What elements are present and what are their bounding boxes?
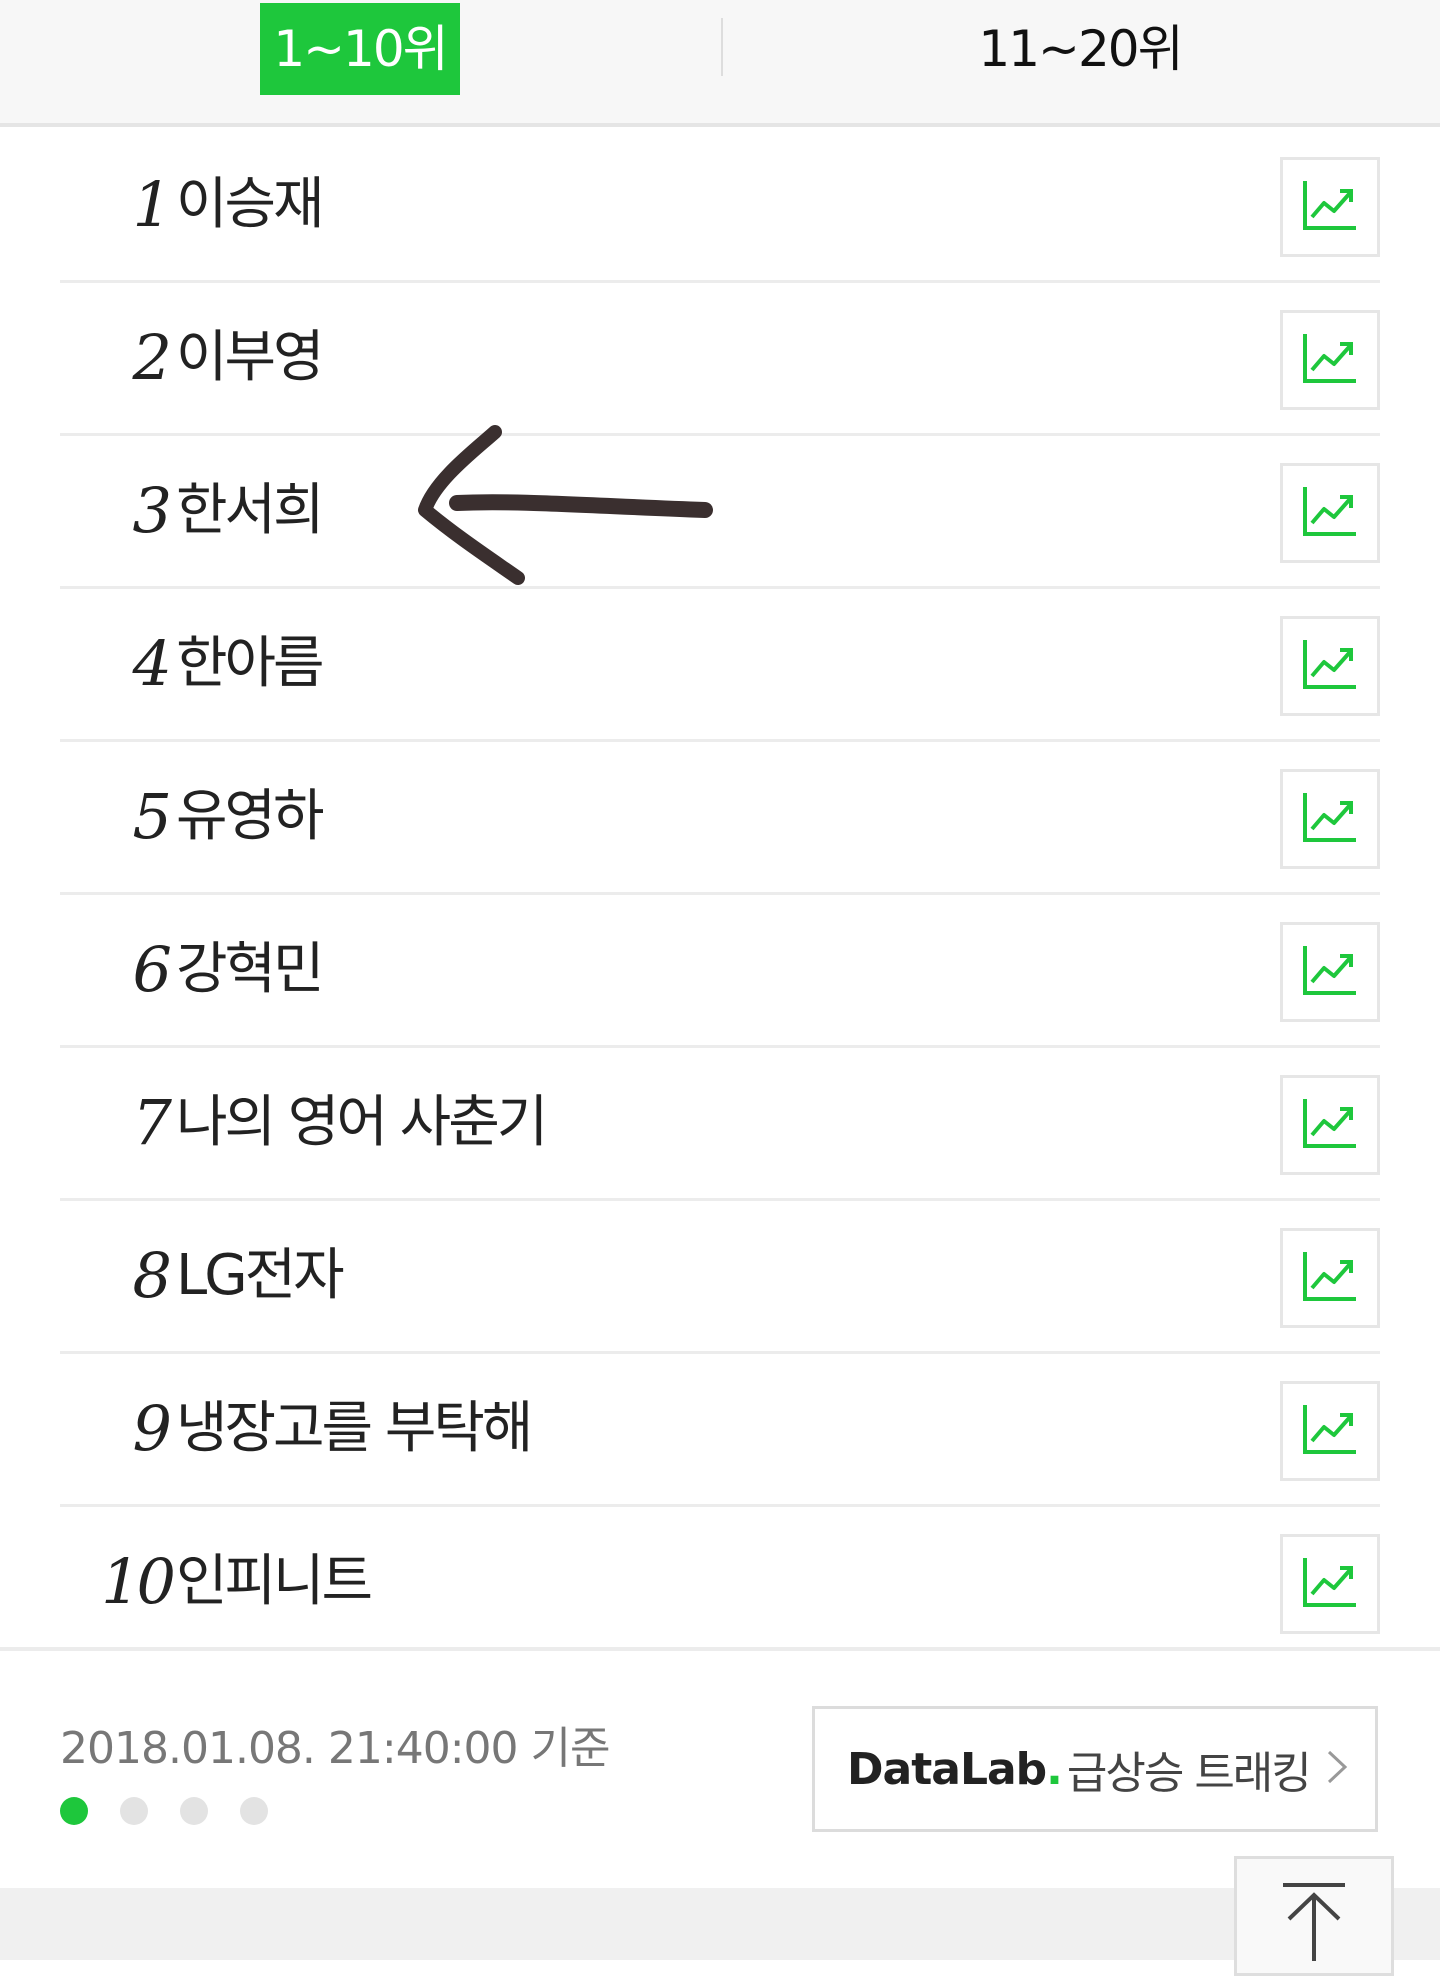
ranking-row[interactable]: 5 유영하 <box>60 742 1380 895</box>
keyword-link[interactable]: 이승재 <box>176 130 325 280</box>
trend-chart-icon <box>1302 179 1358 235</box>
datalab-tracking-button[interactable]: DataLab. 급상승 트래킹 <box>812 1706 1378 1832</box>
rank-number: 8 <box>132 1239 172 1312</box>
trend-chart-button[interactable] <box>1280 922 1380 1022</box>
ranking-row[interactable]: 10 인피니트 <box>60 1507 1380 1657</box>
ranking-row[interactable]: 4 한아름 <box>60 589 1380 742</box>
trend-chart-button[interactable] <box>1280 1381 1380 1481</box>
ranking-tabs: 1~10위 11~20위 <box>0 0 1440 127</box>
ranking-row[interactable]: 1 이승재 <box>60 130 1380 283</box>
pagination-dot[interactable] <box>180 1797 208 1825</box>
tab-divider <box>721 18 723 76</box>
datalab-logo: DataLab <box>847 1743 1047 1795</box>
trend-chart-icon <box>1302 791 1358 847</box>
keyword-link[interactable]: 유영하 <box>176 742 325 892</box>
keyword-link[interactable]: 냉장고를 부탁해 <box>176 1354 533 1504</box>
keyword-link[interactable]: 나의 영어 사춘기 <box>176 1048 548 1198</box>
ranking-row[interactable]: 7 나의 영어 사춘기 <box>60 1048 1380 1201</box>
keyword-link[interactable]: 강혁민 <box>176 895 325 1045</box>
datalab-logo-dot: . <box>1046 1743 1063 1795</box>
rank-number: 5 <box>132 780 172 853</box>
scroll-top-button[interactable] <box>1234 1856 1394 1976</box>
ranking-row[interactable]: 8 LG전자 <box>60 1201 1380 1354</box>
bottom-strip <box>0 1888 1440 1960</box>
trend-chart-button[interactable] <box>1280 1075 1380 1175</box>
trend-chart-icon <box>1302 1097 1358 1153</box>
rank-number: 2 <box>132 321 172 394</box>
rank-number: 10 <box>101 1545 176 1618</box>
keyword-link[interactable]: LG전자 <box>176 1201 345 1351</box>
trend-chart-icon <box>1302 944 1358 1000</box>
keyword-link[interactable]: 한아름 <box>176 589 325 739</box>
rank-number: 3 <box>132 474 172 547</box>
trend-chart-button[interactable] <box>1280 463 1380 563</box>
rank-number: 7 <box>132 1086 172 1159</box>
trend-chart-icon <box>1302 1250 1358 1306</box>
rank-number: 6 <box>132 933 172 1006</box>
keyword-link[interactable]: 이부영 <box>176 283 325 433</box>
ranking-row[interactable]: 9 냉장고를 부탁해 <box>60 1354 1380 1507</box>
keyword-link[interactable]: 인피니트 <box>176 1507 373 1657</box>
rank-number: 9 <box>132 1392 172 1465</box>
trend-chart-button[interactable] <box>1280 157 1380 257</box>
chevron-right-icon <box>1326 1749 1348 1789</box>
pagination-dot[interactable] <box>120 1797 148 1825</box>
trend-chart-button[interactable] <box>1280 616 1380 716</box>
ranking-row[interactable]: 6 강혁민 <box>60 895 1380 1048</box>
tab-rank-11-20[interactable]: 11~20위 <box>880 3 1280 95</box>
trend-chart-button[interactable] <box>1280 769 1380 869</box>
trend-chart-button[interactable] <box>1280 310 1380 410</box>
update-timestamp: 2018.01.08. 21:40:00 기준 <box>60 1723 610 1774</box>
pagination-dot[interactable] <box>240 1797 268 1825</box>
pagination-dot[interactable] <box>60 1797 88 1825</box>
trend-chart-icon <box>1302 1403 1358 1459</box>
hand-drawn-arrow <box>418 425 713 585</box>
pagination-dots <box>60 1797 268 1825</box>
scroll-top-icon <box>1279 1881 1349 1973</box>
ranking-row[interactable]: 2 이부영 <box>60 283 1380 436</box>
ranking-list: 1 이승재 2 이부영 3 한서희 4 한아름 5 유영하 6 강혁민 7 나의 영어 사춘기 8 LG전자 9… <box>60 130 1380 1657</box>
tab-rank-1-10[interactable]: 1~10위 <box>260 3 460 95</box>
trend-chart-button[interactable] <box>1280 1228 1380 1328</box>
trend-chart-icon <box>1302 1556 1358 1612</box>
keyword-link[interactable]: 한서희 <box>176 436 325 586</box>
datalab-tracking-label: 급상승 트래킹 <box>1066 1748 1312 1799</box>
rank-number: 4 <box>132 627 172 700</box>
rank-number: 1 <box>132 168 172 241</box>
trend-chart-icon <box>1302 485 1358 541</box>
footer-divider <box>0 1647 1440 1651</box>
trend-chart-icon <box>1302 332 1358 388</box>
trend-chart-icon <box>1302 638 1358 694</box>
trend-chart-button[interactable] <box>1280 1534 1380 1634</box>
